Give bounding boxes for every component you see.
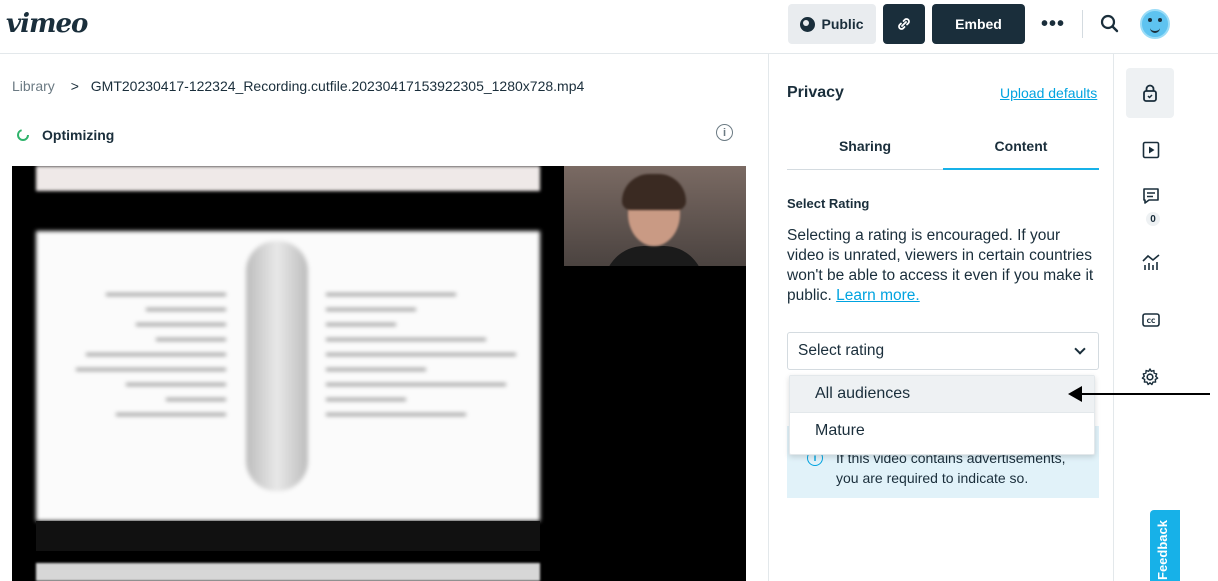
optimizing-status: Optimizing (16, 127, 114, 143)
link-icon (898, 18, 910, 30)
feedback-tab[interactable]: Feedback (1150, 510, 1180, 581)
rating-option-all-audiences[interactable]: All audiences (790, 376, 1094, 412)
feedback-label: Feedback (1155, 520, 1170, 580)
video-player[interactable] (12, 166, 746, 581)
learn-more-link[interactable]: Learn more. (836, 287, 920, 304)
comments-icon[interactable] (1141, 186, 1161, 206)
embed-button[interactable]: Embed (932, 4, 1025, 44)
rating-select[interactable]: Select rating (787, 332, 1099, 370)
video-controls-bar[interactable] (36, 563, 540, 581)
lock-icon (1143, 84, 1157, 102)
rating-dropdown-menu: All audiences Mature (789, 375, 1095, 455)
globe-icon (800, 16, 816, 32)
optimizing-spinner-icon (17, 129, 29, 141)
breadcrumb: Library > GMT20230417-122324_Recording.c… (12, 78, 584, 94)
chevron-down-icon (1074, 343, 1086, 355)
rating-option-mature[interactable]: Mature (790, 412, 1094, 448)
svg-text:CC: CC (1147, 318, 1156, 325)
panel-title: Privacy (787, 84, 844, 101)
divider (1082, 10, 1083, 38)
copy-link-button[interactable] (883, 4, 925, 44)
privacy-tabs: Sharing Content (787, 122, 1099, 170)
webcam-thumbnail (564, 166, 746, 266)
rating-description-text: Selecting a rating is encouraged. If you… (787, 227, 1094, 304)
info-icon[interactable]: i (716, 124, 733, 141)
upload-defaults-link[interactable]: Upload defaults (1000, 85, 1097, 101)
analytics-icon[interactable] (1141, 252, 1161, 272)
more-options-button[interactable]: ••• (1036, 10, 1070, 38)
notice-text-line2: you are required to indicate so. (836, 470, 1029, 486)
rating-select-value: Select rating (798, 342, 885, 359)
rating-description: Selecting a rating is encouraged. If you… (787, 226, 1097, 306)
shared-screen-titlebar (36, 166, 540, 191)
closed-captions-icon[interactable]: CC (1141, 310, 1161, 330)
search-icon[interactable] (1098, 12, 1122, 36)
status-label: Optimizing (42, 127, 115, 143)
tab-sharing[interactable]: Sharing (787, 122, 943, 169)
breadcrumb-file-name: GMT20230417-122324_Recording.cutfile.202… (90, 78, 585, 94)
breadcrumb-separator: > (70, 78, 79, 94)
annotation-arrow-icon (1068, 386, 1082, 402)
breadcrumb-library-link[interactable]: Library (12, 78, 55, 94)
privacy-panel: Privacy Upload defaults Sharing Content … (768, 54, 1114, 581)
video-player-icon[interactable] (1141, 140, 1161, 160)
shared-slide (36, 231, 540, 521)
comments-count-badge: 0 (1146, 212, 1160, 226)
annotation-arrow-line (1078, 393, 1210, 395)
gear-icon[interactable] (1140, 367, 1160, 387)
tab-content[interactable]: Content (943, 122, 1099, 170)
top-bar: vimeo Public Embed ••• (0, 0, 1218, 54)
vimeo-logo[interactable]: vimeo (6, 9, 88, 39)
select-rating-heading: Select Rating (787, 196, 870, 211)
public-button[interactable]: Public (788, 4, 876, 44)
user-avatar[interactable] (1140, 9, 1170, 39)
public-label: Public (821, 16, 864, 32)
